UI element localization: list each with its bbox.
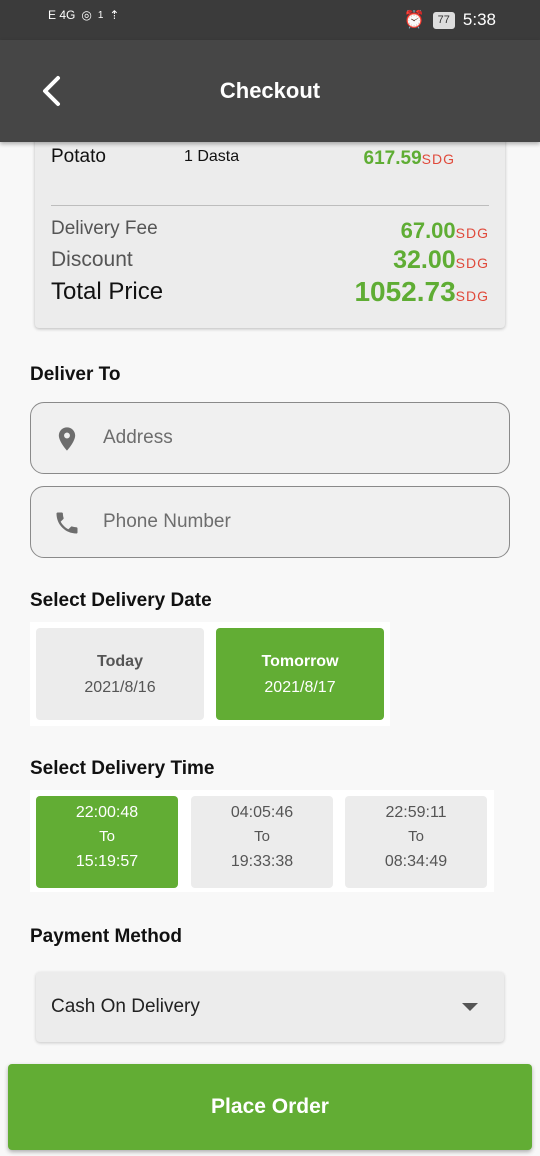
address-placeholder: Address <box>103 427 173 448</box>
time-slot-3[interactable]: 22:59:11 To 08:34:49 <box>345 796 487 888</box>
delivery-date-title: Select Delivery Date <box>30 590 212 611</box>
time-slot-to: 19:33:38 <box>230 853 294 870</box>
discount-label: Discount <box>51 248 133 271</box>
clock: 5:38 <box>462 10 496 29</box>
item-price-value: 617.59 <box>363 148 422 169</box>
delivery-fee-amount: 67.00SDG <box>401 218 489 244</box>
time-slot-1[interactable]: 22:00:48 To 15:19:57 <box>36 796 178 888</box>
battery-icon: 77 <box>432 11 455 29</box>
item-name: Potato <box>51 146 106 167</box>
network-indicator: E 4G <box>48 8 76 22</box>
item-quantity: 1 Dasta <box>184 148 240 165</box>
date-option-label: Tomorrow <box>261 653 339 670</box>
upload-icon: ⇡ <box>109 8 120 22</box>
summary-divider <box>51 205 489 206</box>
status-left: E 4G ◎ 1 ⇡ <box>48 8 119 22</box>
place-order-button[interactable]: Place Order <box>8 1064 532 1150</box>
phone-field[interactable]: Phone Number <box>30 486 510 558</box>
dropdown-arrow-icon <box>462 1003 478 1011</box>
payment-method-title: Payment Method <box>30 926 183 947</box>
time-slot-to: 08:34:49 <box>384 853 448 870</box>
location-pin-icon <box>58 427 76 451</box>
payment-method-dropdown[interactable]: Cash On Delivery <box>36 972 504 1042</box>
status-right: ⏰ 77 5:38 <box>403 10 496 30</box>
discount-currency: SDG <box>455 255 489 271</box>
total-price-value: 1052.73 <box>354 276 456 307</box>
time-slot-from: 04:05:46 <box>230 804 294 821</box>
status-bar: E 4G ◎ 1 ⇡ ⏰ 77 5:38 <box>0 0 540 40</box>
discount-row: Discount 32.00SDG <box>51 246 491 274</box>
delivery-time-options: 22:00:48 To 15:19:57 04:05:46 To 19:33:3… <box>30 790 494 892</box>
item-price: 617.59SDG <box>364 148 455 170</box>
hotspot-icon: ◎ <box>81 8 92 22</box>
date-option-tomorrow[interactable]: Tomorrow 2021/8/17 <box>216 628 384 720</box>
item-price-currency: SDG <box>421 151 455 167</box>
deliver-to-title: Deliver To <box>30 364 121 385</box>
time-slot-from: 22:00:48 <box>75 804 139 821</box>
alarm-icon: ⏰ <box>403 10 425 29</box>
time-slot-to-label: To <box>99 828 115 845</box>
notification-count: 1 <box>97 9 104 21</box>
order-summary-card: Potato 1 Dasta 617.59SDG Delivery Fee 67… <box>35 120 505 328</box>
date-option-date: 2021/8/17 <box>264 679 336 696</box>
total-price-amount: 1052.73SDG <box>354 276 489 308</box>
total-price-currency: SDG <box>455 288 489 304</box>
delivery-date-options: Today 2021/8/16 Tomorrow 2021/8/17 <box>30 622 390 726</box>
address-field[interactable]: Address <box>30 402 510 474</box>
time-slot-to-label: To <box>254 828 270 845</box>
payment-method-value: Cash On Delivery <box>51 996 200 1017</box>
time-slot-to: 15:19:57 <box>75 853 139 870</box>
phone-placeholder: Phone Number <box>103 511 231 532</box>
delivery-fee-row: Delivery Fee 67.00SDG <box>51 218 491 244</box>
delivery-fee-value: 67.00 <box>400 218 456 243</box>
phone-icon <box>56 512 78 534</box>
time-slot-from: 22:59:11 <box>385 804 447 821</box>
time-slot-2[interactable]: 04:05:46 To 19:33:38 <box>191 796 333 888</box>
date-option-today[interactable]: Today 2021/8/16 <box>36 628 204 720</box>
delivery-fee-currency: SDG <box>455 225 489 241</box>
time-slot-to-label: To <box>408 828 424 845</box>
date-option-date: 2021/8/16 <box>84 679 156 696</box>
total-price-label: Total Price <box>51 278 164 305</box>
total-price-row: Total Price 1052.73SDG <box>51 276 491 310</box>
page-title: Checkout <box>219 78 321 103</box>
discount-value: 32.00 <box>393 246 456 274</box>
delivery-time-title: Select Delivery Time <box>30 758 215 779</box>
order-item-row: Potato 1 Dasta 617.59SDG <box>51 146 491 170</box>
date-option-label: Today <box>97 653 143 670</box>
delivery-fee-label: Delivery Fee <box>51 218 158 239</box>
discount-amount: 32.00SDG <box>393 246 489 275</box>
app-bar: Checkout <box>0 40 540 142</box>
